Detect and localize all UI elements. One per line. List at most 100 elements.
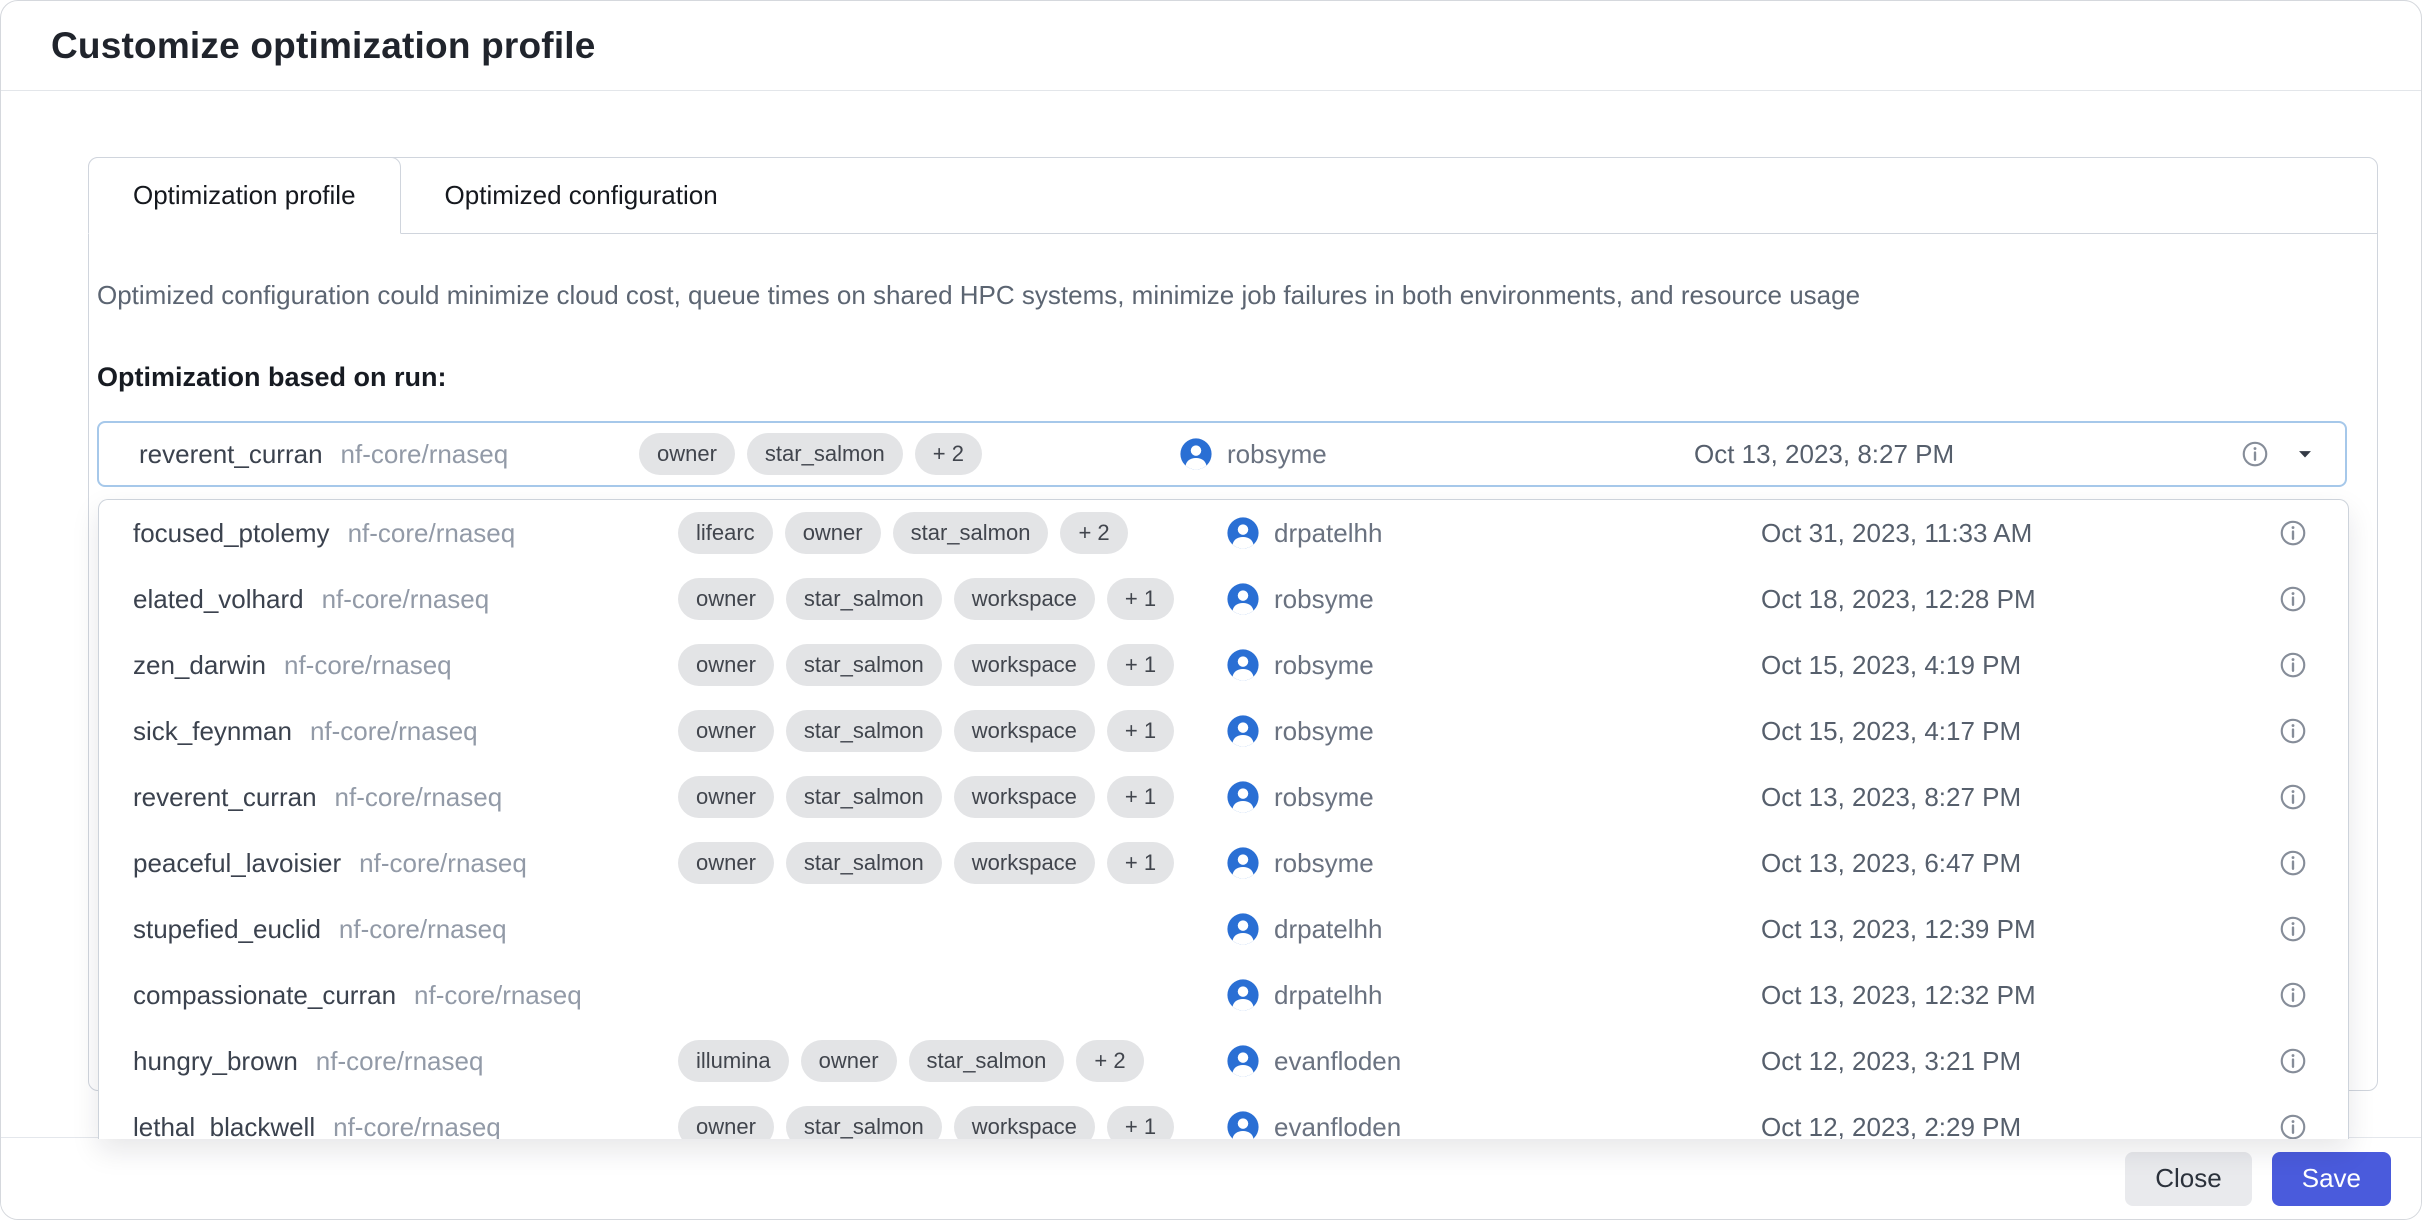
run-option-row[interactable]: hungry_brown nf-core/rnaseq illuminaowne… <box>99 1028 2348 1094</box>
tab-optimization-profile[interactable]: Optimization profile <box>88 157 401 234</box>
run-tags: ownerstar_salmonworkspace+ 1 <box>678 842 1226 884</box>
run-tags: ownerstar_salmonworkspace+ 1 <box>678 1106 1226 1139</box>
run-pipeline: nf-core/rnaseq <box>339 914 507 945</box>
run-username: drpatelhh <box>1274 914 1382 945</box>
run-select[interactable]: reverent_curran nf-core/rnaseq ownerstar… <box>97 421 2347 487</box>
run-name: focused_ptolemy <box>133 518 330 549</box>
tag-pill: workspace <box>954 1106 1095 1139</box>
modal-title: Customize optimization profile <box>51 25 596 67</box>
run-name: sick_feynman <box>133 716 292 747</box>
run-date: Oct 18, 2023, 12:28 PM <box>1761 584 2258 615</box>
selected-run-name: reverent_curran <box>139 439 323 470</box>
run-pipeline: nf-core/rnaseq <box>359 848 527 879</box>
run-date: Oct 13, 2023, 12:39 PM <box>1761 914 2258 945</box>
run-option-row[interactable]: lethal_blackwell nf-core/rnaseq ownersta… <box>99 1094 2348 1139</box>
info-icon[interactable] <box>2278 518 2308 548</box>
user-circle-icon <box>1226 1110 1260 1139</box>
run-tags: ownerstar_salmonworkspace+ 1 <box>678 578 1226 620</box>
run-username: robsyme <box>1274 650 1374 681</box>
run-username: robsyme <box>1274 716 1374 747</box>
tag-pill: illumina <box>678 1040 789 1082</box>
run-name: elated_volhard <box>133 584 304 615</box>
run-name: peaceful_lavoisier <box>133 848 341 879</box>
run-pipeline: nf-core/rnaseq <box>333 1112 501 1140</box>
tag-pill: + 1 <box>1107 578 1174 620</box>
info-icon[interactable] <box>2278 1112 2308 1139</box>
customize-optimization-profile-modal: Customize optimization profile Optimizat… <box>0 0 2422 1220</box>
run-option-row[interactable]: sick_feynman nf-core/rnaseq owner star_sa… <box>99 698 2348 764</box>
tag-pill: owner <box>678 710 774 752</box>
run-date: Oct 31, 2023, 11:33 AM <box>1761 518 2258 549</box>
tag-pill: owner <box>639 433 735 475</box>
run-title: elated_volhard nf-core/rnaseq <box>133 584 678 615</box>
user-circle-icon <box>1226 846 1260 880</box>
run-user-cell: drpatelhh <box>1226 912 1761 946</box>
user-circle-icon <box>1226 912 1260 946</box>
close-button[interactable]: Close <box>2125 1152 2251 1206</box>
tag-pill: + 1 <box>1107 644 1174 686</box>
run-pipeline: nf-core/rnaseq <box>310 716 478 747</box>
tag-pill: star_salmon <box>747 433 903 475</box>
run-title: stupefied_euclid nf-core/rnaseq <box>133 914 678 945</box>
tab-optimized-configuration[interactable]: Optimized configuration <box>401 158 762 233</box>
run-option-row[interactable]: reverent_curran nf-core/rnaseq ownerstar… <box>99 764 2348 830</box>
info-icon[interactable] <box>2278 716 2308 746</box>
info-icon[interactable] <box>2278 650 2308 680</box>
info-icon[interactable] <box>2240 439 2270 469</box>
run-date: Oct 15, 2023, 4:17 PM <box>1761 716 2258 747</box>
run-username: evanfloden <box>1274 1046 1401 1077</box>
tag-pill: owner <box>785 512 881 554</box>
run-date: Oct 15, 2023, 4:19 PM <box>1761 650 2258 681</box>
selected-run-user-cell: robsyme <box>1179 437 1694 471</box>
run-option-row[interactable]: compassionate_curran nf-core/rnaseq drpa… <box>99 962 2348 1028</box>
run-date: Oct 13, 2023, 6:47 PM <box>1761 848 2258 879</box>
run-user-cell: robsyme <box>1226 582 1761 616</box>
info-icon[interactable] <box>2278 1046 2308 1076</box>
run-username: evanfloden <box>1274 1112 1401 1140</box>
save-button[interactable]: Save <box>2272 1152 2391 1206</box>
run-pipeline: nf-core/rnaseq <box>335 782 503 813</box>
tag-pill: + 2 <box>1076 1040 1143 1082</box>
run-pipeline: nf-core/rnaseq <box>348 518 516 549</box>
info-icon[interactable] <box>2278 914 2308 944</box>
run-title: zen_darwin nf-core/rnaseq <box>133 650 678 681</box>
run-user-cell: evanfloden <box>1226 1110 1761 1139</box>
run-pipeline: nf-core/rnaseq <box>322 584 490 615</box>
run-user-cell: robsyme <box>1226 780 1761 814</box>
run-username: drpatelhh <box>1274 980 1382 1011</box>
run-tags: ownerstar_salmonworkspace+ 1 <box>678 710 1226 752</box>
tag-pill: star_salmon <box>786 710 942 752</box>
run-option-row[interactable]: zen_darwin nf-core/rnaseq ownerstar_salm… <box>99 632 2348 698</box>
caret-down-icon[interactable] <box>2292 441 2318 467</box>
tag-pill: + 1 <box>1107 776 1174 818</box>
run-pipeline: nf-core/rnaseq <box>414 980 582 1011</box>
tag-pill: owner <box>678 842 774 884</box>
tag-pill: + 1 <box>1107 710 1174 752</box>
tag-pill: workspace <box>954 842 1095 884</box>
info-icon[interactable] <box>2278 584 2308 614</box>
modal-header: Customize optimization profile <box>1 1 2421 91</box>
run-option-row[interactable]: peaceful_lavoisier nf-core/rnaseq owners… <box>99 830 2348 896</box>
run-title: sick_feynman nf-core/rnaseq <box>133 716 678 747</box>
run-user-cell: robsyme <box>1226 648 1761 682</box>
info-icon[interactable] <box>2278 782 2308 812</box>
run-pipeline: nf-core/rnaseq <box>284 650 452 681</box>
run-option-row[interactable]: focused_ptolemy nf-core/rnaseq lifearc ow… <box>99 500 2348 566</box>
tag-pill: owner <box>678 578 774 620</box>
user-circle-icon <box>1226 648 1260 682</box>
run-title: focused_ptolemy nf-core/rnaseq <box>133 518 678 549</box>
user-circle-icon <box>1226 978 1260 1012</box>
tag-pill: lifearc <box>678 512 773 554</box>
info-icon[interactable] <box>2278 848 2308 878</box>
run-tags: lifearcownerstar_salmon+ 2 <box>678 512 1226 554</box>
user-circle-icon <box>1226 780 1260 814</box>
run-title: hungry_brown nf-core/rnaseq <box>133 1046 678 1077</box>
modal-footer: Close Save <box>1 1137 2421 1219</box>
run-title: peaceful_lavoisier nf-core/rnaseq <box>133 848 678 879</box>
run-name: reverent_curran <box>133 782 317 813</box>
run-date: Oct 12, 2023, 2:29 PM <box>1761 1112 2258 1140</box>
run-name: lethal_blackwell <box>133 1112 315 1140</box>
run-option-row[interactable]: stupefied_euclid nf-core/rnaseq drpatelh… <box>99 896 2348 962</box>
info-icon[interactable] <box>2278 980 2308 1010</box>
run-option-row[interactable]: elated_volhard nf-core/rnaseq ownerstar_… <box>99 566 2348 632</box>
